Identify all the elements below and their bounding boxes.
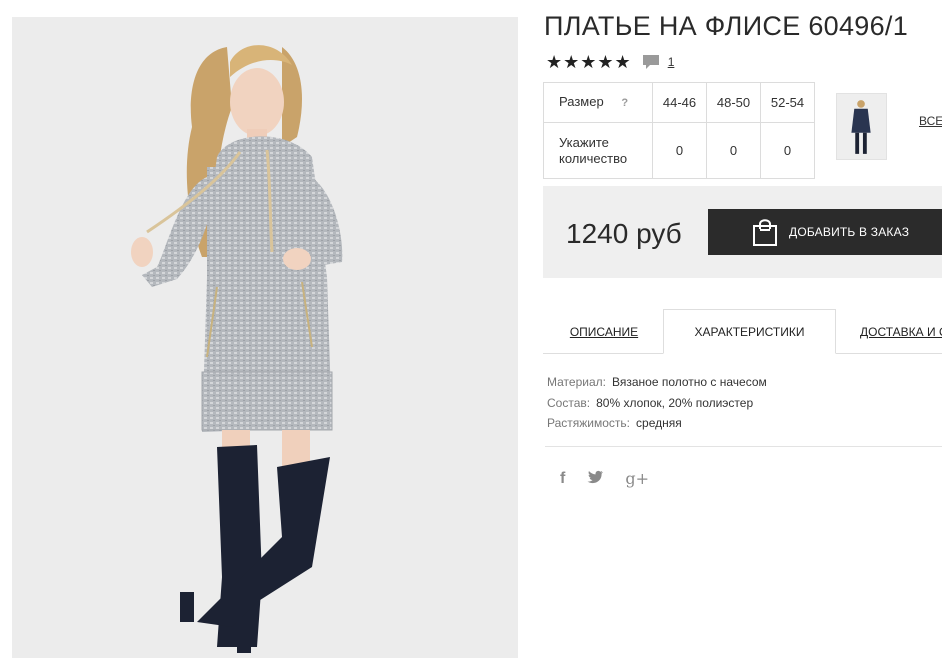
spec-key: Материал:	[547, 375, 606, 389]
size-label: Размер	[559, 94, 604, 109]
tab-description[interactable]: ОПИСАНИЕ	[543, 309, 665, 354]
divider	[545, 446, 942, 447]
facebook-icon[interactable]: f	[560, 470, 565, 487]
product-title: ПЛАТЬЕ НА ФЛИСЕ 60496/1	[544, 11, 909, 41]
size-option[interactable]: 44-46	[652, 82, 707, 123]
tab-label: ХАРАКТЕРИСТИКИ	[694, 324, 805, 339]
rating-stars[interactable]: ★★★★★	[546, 53, 632, 71]
google-plus-icon[interactable]: g+	[625, 470, 649, 487]
gallery-thumbnail[interactable]	[836, 93, 887, 160]
all-photos-link[interactable]: ВСЕ	[919, 114, 942, 128]
product-photo	[12, 17, 518, 658]
spec-value: средняя	[636, 416, 682, 430]
size-row: Размер ? 44-46 48-50 52-54	[543, 82, 815, 123]
price: 1240 руб	[566, 218, 682, 249]
tab-characteristics[interactable]: ХАРАКТЕРИСТИКИ	[663, 309, 836, 354]
comment-icon[interactable]	[642, 53, 660, 71]
quantity-row: Укажите количество 0 0 0	[543, 122, 815, 179]
price-panel: 1240 руб ДОБАВИТЬ В ЗАКАЗ	[543, 186, 942, 278]
spec-key: Состав:	[547, 395, 591, 410]
spec-value: Вязаное полотно с начесом	[611, 375, 767, 389]
size-table: Размер ? 44-46 48-50 52-54 Укажите колич…	[543, 82, 815, 179]
quantity-label-cell: Укажите количество	[543, 122, 653, 179]
characteristics-list: Материал: Вязаное полотно с начесом Соста…	[547, 372, 767, 434]
add-to-order-button[interactable]: ДОБАВИТЬ В ЗАКАЗ	[708, 209, 942, 255]
tab-delivery[interactable]: ДОСТАВКА И ОПЛАТА	[836, 309, 942, 354]
shopping-bag-icon	[751, 217, 779, 247]
size-option[interactable]: 48-50	[706, 82, 761, 123]
spec-row: Состав: 80% хлопок, 20% полиэстер	[547, 393, 767, 414]
quantity-label-line2: количество	[559, 150, 628, 166]
social-share: f g+	[560, 470, 671, 487]
size-help-icon[interactable]: ?	[621, 97, 628, 109]
twitter-icon[interactable]	[587, 470, 604, 487]
quantity-input[interactable]: 0	[652, 122, 707, 179]
spec-row: Растяжимость: средняя	[547, 413, 767, 434]
add-to-order-label: ДОБАВИТЬ В ЗАКАЗ	[789, 225, 910, 239]
size-option[interactable]: 52-54	[760, 82, 815, 123]
product-tabs: ОПИСАНИЕ ХАРАКТЕРИСТИКИ ДОСТАВКА И ОПЛАТ…	[543, 309, 942, 354]
tab-label: ДОСТАВКА И ОПЛАТА	[860, 324, 942, 339]
spec-key: Растяжимость:	[547, 416, 631, 430]
review-count-link[interactable]: 1	[668, 55, 675, 69]
spec-value: 80% хлопок, 20% полиэстер	[596, 395, 754, 410]
quantity-input[interactable]: 0	[760, 122, 815, 179]
spec-row: Материал: Вязаное полотно с начесом	[547, 372, 767, 393]
quantity-input[interactable]: 0	[706, 122, 761, 179]
tab-label: ОПИСАНИЕ	[569, 324, 639, 339]
rating: ★★★★★ 1	[546, 53, 674, 71]
size-label-cell: Размер ?	[543, 82, 653, 123]
quantity-label-line1: Укажите	[559, 134, 609, 150]
